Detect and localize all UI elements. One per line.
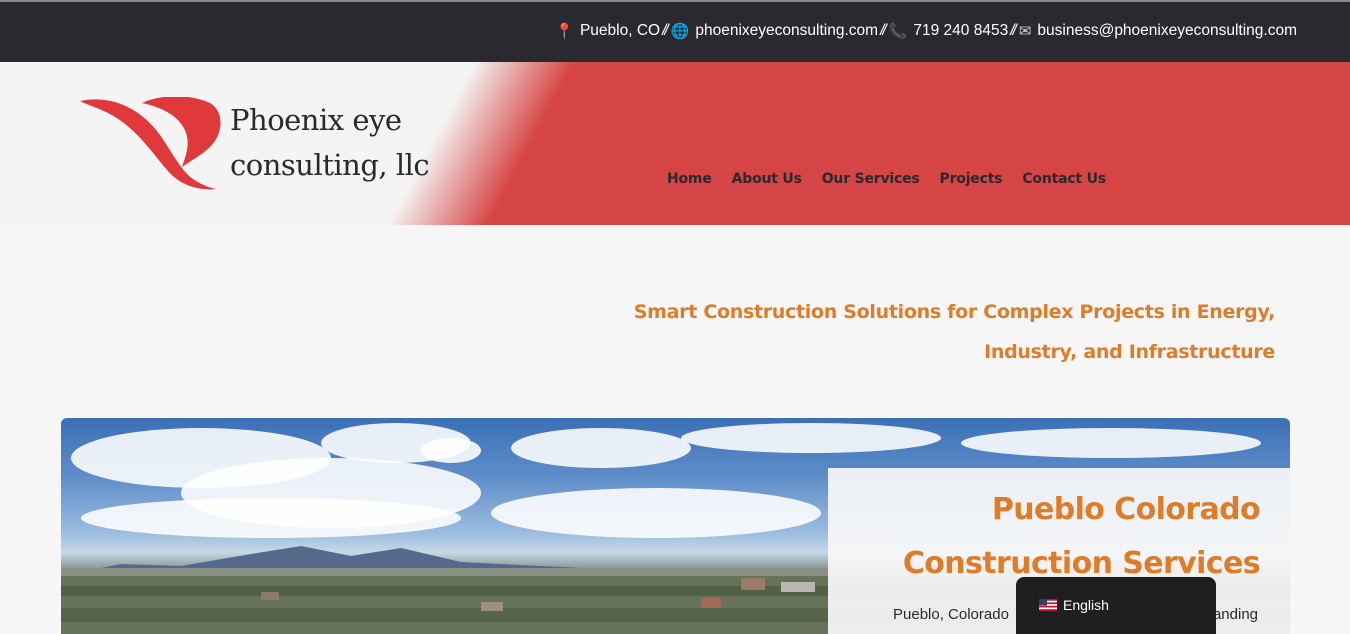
cloud — [961, 428, 1261, 458]
hero-text-end: anding — [1212, 606, 1258, 623]
top-contact-bar: 📍 Pueblo, CO // 🌐 phoenixeyeconsulting.c… — [0, 0, 1350, 62]
cloud — [681, 423, 941, 453]
brand-name[interactable]: Phoenix eye consulting, llc — [230, 98, 430, 188]
brand-line-1: Phoenix eye — [230, 103, 402, 137]
phoenix-logo-icon[interactable] — [78, 97, 224, 191]
hero-title-line-1: Pueblo Colorado — [991, 492, 1261, 527]
email-link[interactable]: business@phoenixeyeconsulting.com — [1037, 22, 1297, 40]
website-link[interactable]: phoenixeyeconsulting.com — [695, 22, 878, 40]
hero-text-start: Pueblo, Colorado — [893, 606, 1009, 623]
language-label: English — [1063, 597, 1109, 613]
separator: // — [662, 22, 668, 39]
mail-icon: ✉ — [1018, 23, 1032, 40]
site-header: Phoenix eye consulting, llc Home About U… — [0, 62, 1350, 225]
nav-our-services[interactable]: Our Services — [812, 171, 930, 187]
hero-title: Pueblo Colorado Construction Services — [840, 483, 1261, 591]
brand-line-2: consulting, llc — [230, 148, 430, 182]
contact-info: 📍 Pueblo, CO // 🌐 phoenixeyeconsulting.c… — [555, 22, 1297, 40]
cloud — [81, 498, 461, 538]
nav-contact-us[interactable]: Contact Us — [1012, 171, 1116, 187]
cloud — [491, 488, 821, 538]
separator: // — [1010, 22, 1016, 39]
globe-icon: 🌐 — [670, 23, 690, 40]
separator: // — [880, 22, 886, 39]
tagline-line-1: Smart Construction Solutions for Complex… — [633, 301, 1276, 323]
us-flag-icon — [1039, 599, 1057, 611]
nav-about-us[interactable]: About Us — [722, 171, 812, 187]
main-nav: Home About Us Our Services Projects Cont… — [657, 171, 1116, 187]
phone-icon: 📞 — [888, 23, 908, 40]
cloud — [511, 428, 691, 468]
nav-home[interactable]: Home — [657, 171, 722, 187]
location-text: Pueblo, CO — [579, 22, 661, 39]
pin-icon: 📍 — [555, 23, 574, 40]
cloud — [421, 438, 481, 463]
tagline: Smart Construction Solutions for Complex… — [595, 292, 1276, 372]
phone-link[interactable]: 719 240 8453 — [913, 22, 1008, 40]
language-switcher[interactable]: English — [1016, 577, 1216, 634]
tagline-line-2: Industry, and Infrastructure — [984, 341, 1275, 363]
nav-projects[interactable]: Projects — [930, 171, 1013, 187]
